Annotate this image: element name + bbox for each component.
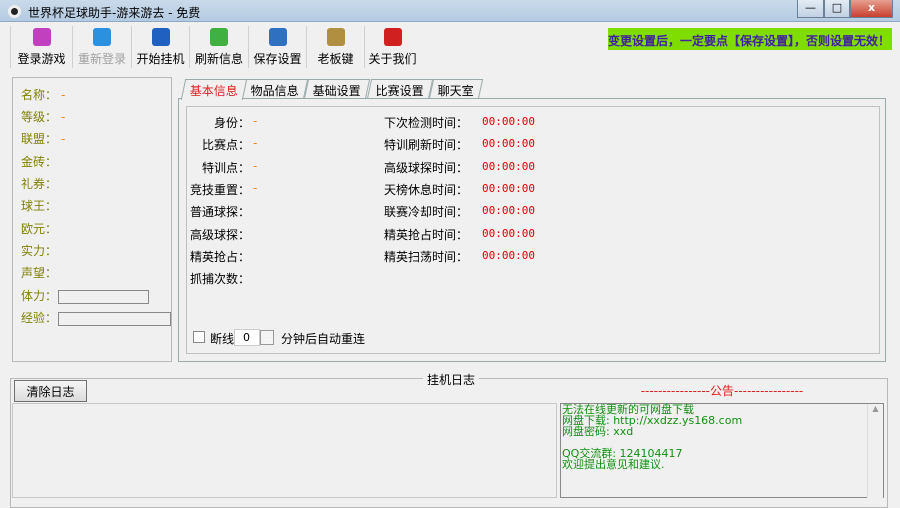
announcement-text[interactable]: 无法在线更新的可网盘下载 网盘下载: http://xxdzz.ys168.co…	[560, 403, 884, 498]
computer-icon	[151, 28, 170, 46]
tab-match-settings[interactable]: 比赛设置	[366, 79, 434, 99]
announcement-scrollbar[interactable]: ▲	[867, 404, 883, 498]
log-list[interactable]	[12, 403, 557, 498]
timer-label: 高级球探时间：	[383, 160, 468, 175]
exp-bar	[58, 311, 172, 326]
euro-label: 欧元：	[21, 222, 58, 236]
basic-info-value: -	[253, 136, 258, 151]
basic-info-label: 精英抢占：	[189, 249, 250, 264]
basic-info-value: -	[253, 158, 258, 173]
league-label: 联盟：	[21, 132, 58, 146]
announcement-header: ----------------公告----------------	[640, 384, 804, 398]
exp-label: 经验：	[21, 311, 58, 325]
fame-label: 声望：	[21, 266, 58, 280]
login-icon	[32, 28, 51, 46]
about-us-button[interactable]: 关于我们	[364, 26, 420, 68]
timer-value: 00:00:00	[482, 115, 535, 128]
maximize-button[interactable]: □	[824, 0, 850, 18]
basic-info-value: -	[253, 180, 258, 195]
reconnect-suffix: 分钟后自动重连	[281, 332, 366, 346]
tab-basic-settings[interactable]: 基础设置	[303, 79, 371, 99]
save-notice-banner: 变更设置后，一定要点【保存设置】，否则设置无效！	[608, 28, 892, 50]
boss-key-icon	[326, 28, 345, 46]
tab-items[interactable]: 物品信息	[241, 79, 309, 99]
clear-log-button[interactable]: 清除日志	[14, 380, 87, 402]
boss-key-button[interactable]: 老板键	[306, 26, 364, 68]
help-icon	[383, 28, 402, 46]
save-settings-button[interactable]: 保存设置	[248, 26, 306, 68]
login-game-button[interactable]: 登录游戏	[10, 26, 72, 68]
coupon-label: 礼券：	[21, 177, 58, 191]
relogin-arrow-icon	[93, 28, 111, 46]
tab-chat-room[interactable]: 聊天室	[428, 79, 484, 99]
basic-info-label: 竞技重置：	[189, 182, 250, 197]
stamina-label: 体力：	[21, 289, 58, 303]
basic-info-label: 比赛点：	[201, 138, 250, 153]
window-title: 世界杯足球助手-游来游去 - 免费	[28, 6, 201, 20]
name-label: 名称：	[21, 88, 58, 102]
timer-value: 00:00:00	[482, 181, 535, 195]
basic-info-label: 身份：	[213, 116, 250, 130]
refresh-icon	[210, 28, 228, 46]
timer-label: 天榜休息时间：	[383, 182, 468, 197]
basic-info-value: -	[253, 114, 258, 128]
timer-value: 00:00:00	[482, 159, 535, 173]
basic-info-label: 抓捕次数：	[189, 272, 250, 287]
level-label: 等级：	[21, 110, 58, 124]
timer-label: 精英扫荡时间：	[383, 249, 468, 264]
reconnect-checkbox[interactable]	[193, 331, 205, 343]
basic-info-label: 高级球探：	[189, 227, 250, 242]
level-value: -	[61, 110, 66, 124]
timer-label: 精英抢占时间：	[383, 227, 468, 242]
reconnect-label: 断线	[210, 332, 235, 346]
timer-value: 00:00:00	[482, 204, 535, 218]
basic-info-label: 普通球探：	[189, 205, 250, 220]
timer-value: 00:00:00	[482, 248, 535, 262]
league-value: -	[61, 132, 66, 146]
name-value: -	[61, 88, 66, 102]
gold-label: 金砖：	[21, 155, 58, 169]
timer-label: 下次检测时间：	[383, 116, 468, 130]
reconnect-minutes-input[interactable]: 0	[234, 329, 260, 346]
basic-info-label: 特训点：	[201, 160, 250, 175]
timer-value: 00:00:00	[482, 226, 535, 240]
relogin-button[interactable]: 重新登录	[72, 26, 131, 68]
minimize-button[interactable]: —	[797, 0, 824, 18]
save-settings-icon	[268, 28, 287, 46]
refresh-info-button[interactable]: 刷新信息	[189, 26, 248, 68]
king-label: 球王：	[21, 199, 58, 213]
reconnect-spinner[interactable]	[260, 330, 274, 345]
stamina-bar	[58, 289, 150, 304]
start-afk-button[interactable]: 开始挂机	[131, 26, 189, 68]
timer-label: 联赛冷却时间：	[383, 205, 468, 220]
app-icon	[8, 5, 21, 18]
player-info-panel: 名称： - 等级： - 联盟： - 金砖： 礼券： 球王： 欧元： 实力： 声望： 体…	[12, 77, 172, 362]
scroll-up-icon: ▲	[872, 404, 879, 413]
close-button[interactable]: x	[850, 0, 893, 18]
log-title: 挂机日志	[423, 371, 480, 388]
timer-value: 00:00:00	[482, 137, 535, 151]
timer-label: 特训刷新时间：	[383, 138, 468, 153]
tab-basic-info[interactable]: 基本信息	[180, 79, 248, 100]
strength-label: 实力：	[21, 244, 58, 258]
